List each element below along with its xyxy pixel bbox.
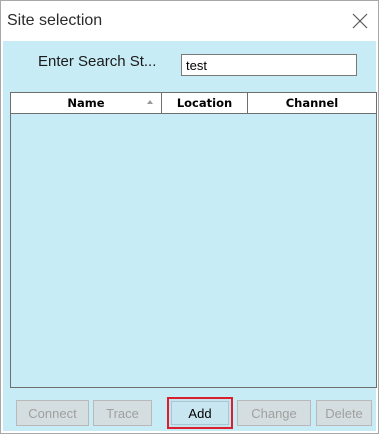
- add-button-highlight: Add: [167, 397, 233, 429]
- connect-button[interactable]: Connect: [16, 400, 89, 426]
- table-header: Name Location Channel: [11, 93, 376, 114]
- column-header-label: Channel: [285, 96, 339, 110]
- column-header-label: Name: [67, 96, 105, 110]
- search-label: Enter Search St...: [38, 53, 157, 70]
- column-header-name[interactable]: Name: [11, 93, 162, 113]
- close-icon: [352, 13, 368, 29]
- add-button[interactable]: Add: [171, 401, 229, 425]
- sites-table[interactable]: Name Location Channel: [10, 92, 377, 388]
- dialog-body: Enter Search St... Name Location Channel…: [3, 41, 377, 431]
- change-button[interactable]: Change: [237, 400, 311, 426]
- sort-ascending-icon: [147, 100, 153, 104]
- trace-button[interactable]: Trace: [93, 400, 152, 426]
- site-selection-window: Site selection Enter Search St... Name L…: [0, 0, 379, 434]
- column-header-label: Location: [176, 96, 233, 110]
- close-button[interactable]: [348, 9, 372, 33]
- search-input[interactable]: [181, 54, 357, 76]
- column-header-channel[interactable]: Channel: [248, 93, 376, 113]
- delete-button[interactable]: Delete: [316, 400, 372, 426]
- title-bar: Site selection: [1, 1, 378, 41]
- window-title: Site selection: [7, 12, 103, 29]
- button-bar: Connect Trace Add Change Delete: [3, 389, 376, 431]
- column-header-location[interactable]: Location: [162, 93, 248, 113]
